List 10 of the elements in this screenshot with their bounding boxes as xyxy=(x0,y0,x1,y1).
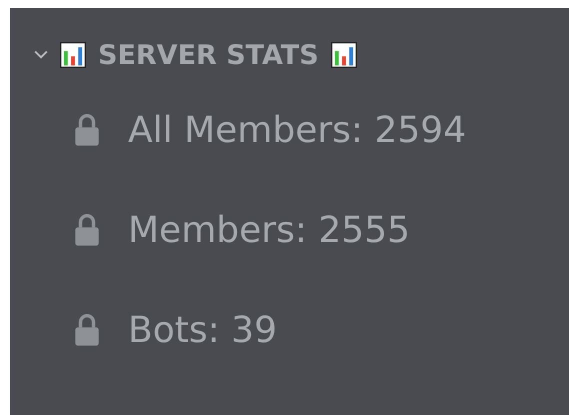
category-header[interactable]: SERVER STATS xyxy=(34,30,569,80)
bar-chart-icon xyxy=(330,42,357,68)
voice-channel-item[interactable]: Members: 2555 xyxy=(34,180,569,280)
chevron-icon xyxy=(34,50,48,60)
voice-channel-item[interactable]: Bots: 39 xyxy=(34,280,569,380)
lock-icon xyxy=(74,113,100,147)
bar-chart-icon xyxy=(60,42,86,68)
voice-channel-item[interactable]: All Members: 2594 xyxy=(34,80,569,180)
lock-icon xyxy=(74,313,100,347)
lock-icon xyxy=(74,213,100,247)
